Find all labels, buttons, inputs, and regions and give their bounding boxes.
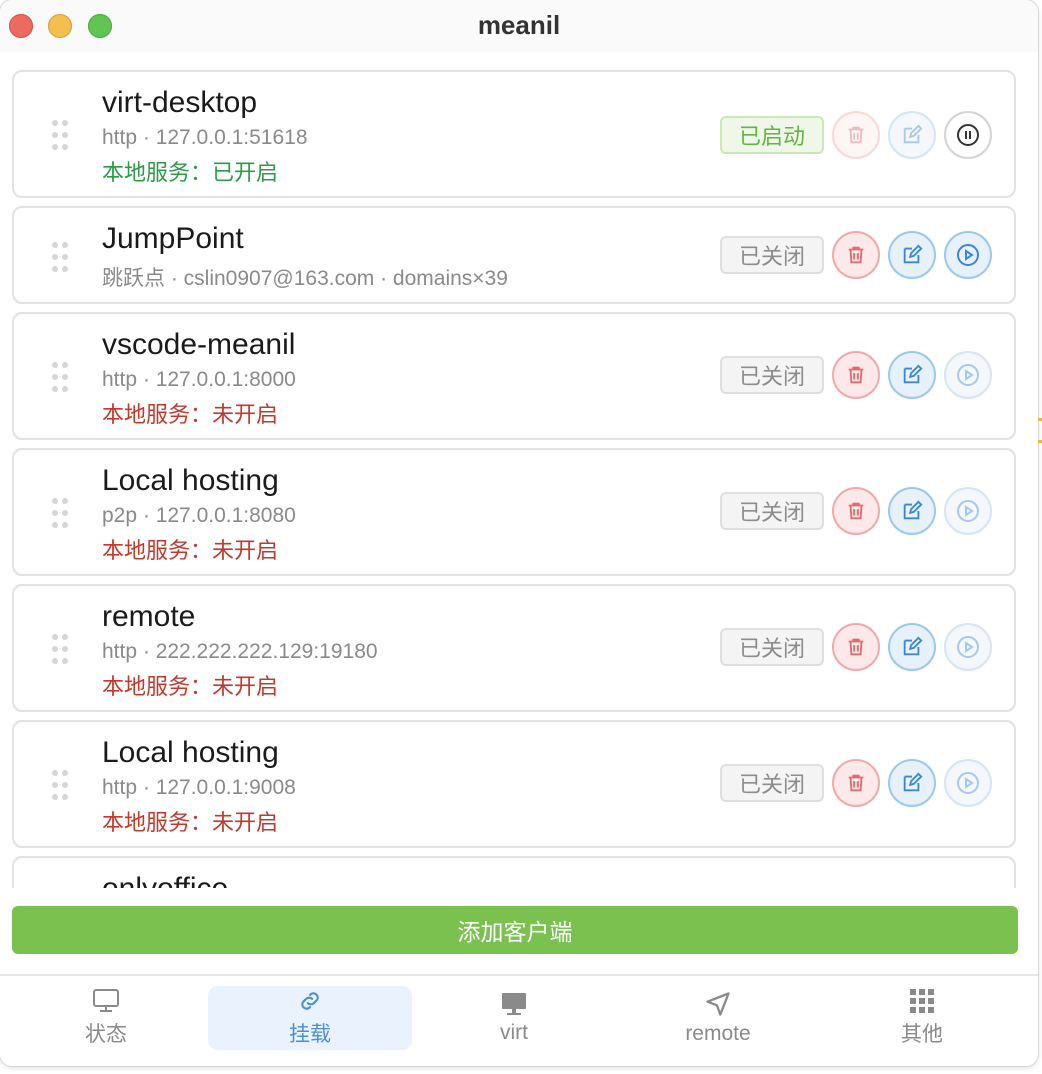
trash-icon — [848, 246, 864, 264]
drag-handle-icon[interactable] — [52, 120, 70, 150]
trash-icon — [848, 502, 864, 520]
local-service-status: 本地服务：已开启 — [102, 160, 279, 185]
link-icon — [301, 992, 319, 1010]
delete-button[interactable] — [832, 487, 880, 535]
edge-marker — [1038, 418, 1042, 421]
edit-icon — [903, 244, 923, 264]
delete-button[interactable] — [832, 759, 880, 807]
client-address: p2p · 127.0.0.1:8080 — [102, 504, 296, 527]
edit-icon — [903, 500, 923, 520]
status-badge: 已关闭 — [720, 356, 824, 394]
navigation-icon — [706, 992, 730, 1016]
client-address: http · 127.0.0.1:8000 — [102, 368, 296, 391]
tab-label: 挂载 — [289, 1023, 331, 1046]
play-icon — [957, 772, 979, 794]
client-address: 跳跃点 · cslin0907@163.com · domains×39 — [102, 267, 508, 290]
delete-button[interactable] — [832, 351, 880, 399]
play-icon — [957, 636, 979, 658]
play-icon — [957, 500, 979, 522]
client-card[interactable]: JumpPoint 跳跃点 · cslin0907@163.com · doma… — [12, 206, 1016, 304]
tab-label: virt — [500, 1021, 528, 1044]
client-address: http · 222.222.222.129:19180 — [102, 640, 378, 663]
trash-icon — [848, 126, 864, 144]
start-button[interactable] — [944, 231, 992, 279]
delete-button[interactable] — [832, 231, 880, 279]
play-icon — [957, 244, 979, 266]
tab-label: 其他 — [901, 1023, 943, 1046]
edit-button[interactable] — [888, 487, 936, 535]
edit-button[interactable] — [888, 351, 936, 399]
drag-handle-icon[interactable] — [52, 362, 70, 392]
client-card[interactable]: vscode-meanil http · 127.0.0.1:8000 本地服务… — [12, 312, 1016, 440]
drag-handle-icon[interactable] — [52, 634, 70, 664]
edge-marker — [1038, 440, 1042, 443]
status-badge: 已关闭 — [720, 236, 824, 274]
drag-handle-icon[interactable] — [52, 242, 70, 272]
desktop-filled-icon — [502, 993, 526, 1015]
tab-status[interactable]: 状态 — [4, 986, 208, 1050]
edit-icon — [903, 636, 923, 656]
grid-icon — [910, 989, 934, 1013]
bottom-tab-bar: 状态 挂载 virt remote 其他 — [0, 974, 1038, 1066]
edit-icon — [903, 364, 923, 384]
client-name: vscode-meanil — [102, 328, 296, 361]
trash-icon — [848, 638, 864, 656]
monitor-icon — [93, 989, 119, 1012]
tab-remote[interactable]: remote — [616, 986, 820, 1050]
status-badge: 已关闭 — [720, 764, 824, 802]
tab-label: remote — [685, 1022, 751, 1045]
client-card[interactable]: remote http · 222.222.222.129:19180 本地服务… — [12, 584, 1016, 712]
edit-button[interactable] — [888, 111, 936, 159]
status-badge: 已关闭 — [720, 628, 824, 666]
local-service-status: 本地服务：未开启 — [102, 674, 279, 699]
trash-icon — [848, 774, 864, 792]
start-button[interactable] — [944, 351, 992, 399]
client-card[interactable]: onlyoffice — [12, 856, 1016, 888]
play-icon — [957, 364, 979, 386]
tab-mount[interactable]: 挂载 — [208, 986, 412, 1050]
edit-icon — [903, 772, 923, 792]
edit-button[interactable] — [888, 623, 936, 671]
local-service-status: 本地服务：未开启 — [102, 538, 279, 563]
client-card[interactable]: Local hosting http · 127.0.0.1:9008 本地服务… — [12, 720, 1016, 848]
edit-icon — [903, 124, 923, 144]
client-name: remote — [102, 600, 196, 633]
tab-other[interactable]: 其他 — [820, 986, 1024, 1050]
tab-label: 状态 — [85, 1023, 127, 1046]
client-card[interactable]: Local hosting p2p · 127.0.0.1:8080 本地服务：… — [12, 448, 1016, 576]
local-service-status: 本地服务：未开启 — [102, 402, 279, 427]
client-card[interactable]: virt-desktop http · 127.0.0.1:51618 本地服务… — [12, 70, 1016, 198]
client-list[interactable]: virt-desktop http · 127.0.0.1:51618 本地服务… — [0, 56, 1038, 888]
edit-button[interactable] — [888, 759, 936, 807]
drag-handle-icon[interactable] — [52, 498, 70, 528]
status-badge: 已启动 — [720, 116, 824, 154]
client-address: http · 127.0.0.1:9008 — [102, 776, 296, 799]
client-name: Local hosting — [102, 736, 279, 769]
delete-button[interactable] — [832, 111, 880, 159]
client-address: http · 127.0.0.1:51618 — [102, 126, 308, 149]
client-name: onlyoffice — [102, 872, 228, 888]
start-button[interactable] — [944, 487, 992, 535]
window-title: meanil — [477, 10, 561, 40]
start-button[interactable] — [944, 623, 992, 671]
pause-button[interactable] — [944, 111, 992, 159]
client-name: virt-desktop — [102, 86, 258, 119]
add-client-button[interactable]: 添加客户端 — [12, 906, 1018, 954]
delete-button[interactable] — [832, 623, 880, 671]
trash-icon — [848, 366, 864, 384]
local-service-status: 本地服务：未开启 — [102, 810, 279, 835]
pause-icon — [957, 124, 979, 146]
app-window: meanil virt-desktop http · 127.0.0.1:516… — [0, 0, 1038, 1066]
start-button[interactable] — [944, 759, 992, 807]
client-name: JumpPoint — [102, 222, 244, 255]
tab-virt[interactable]: virt — [412, 986, 616, 1050]
drag-handle-icon[interactable] — [52, 770, 70, 800]
edit-button[interactable] — [888, 231, 936, 279]
title-bar: meanil — [0, 0, 1038, 52]
status-badge: 已关闭 — [720, 492, 824, 530]
client-name: Local hosting — [102, 464, 279, 497]
